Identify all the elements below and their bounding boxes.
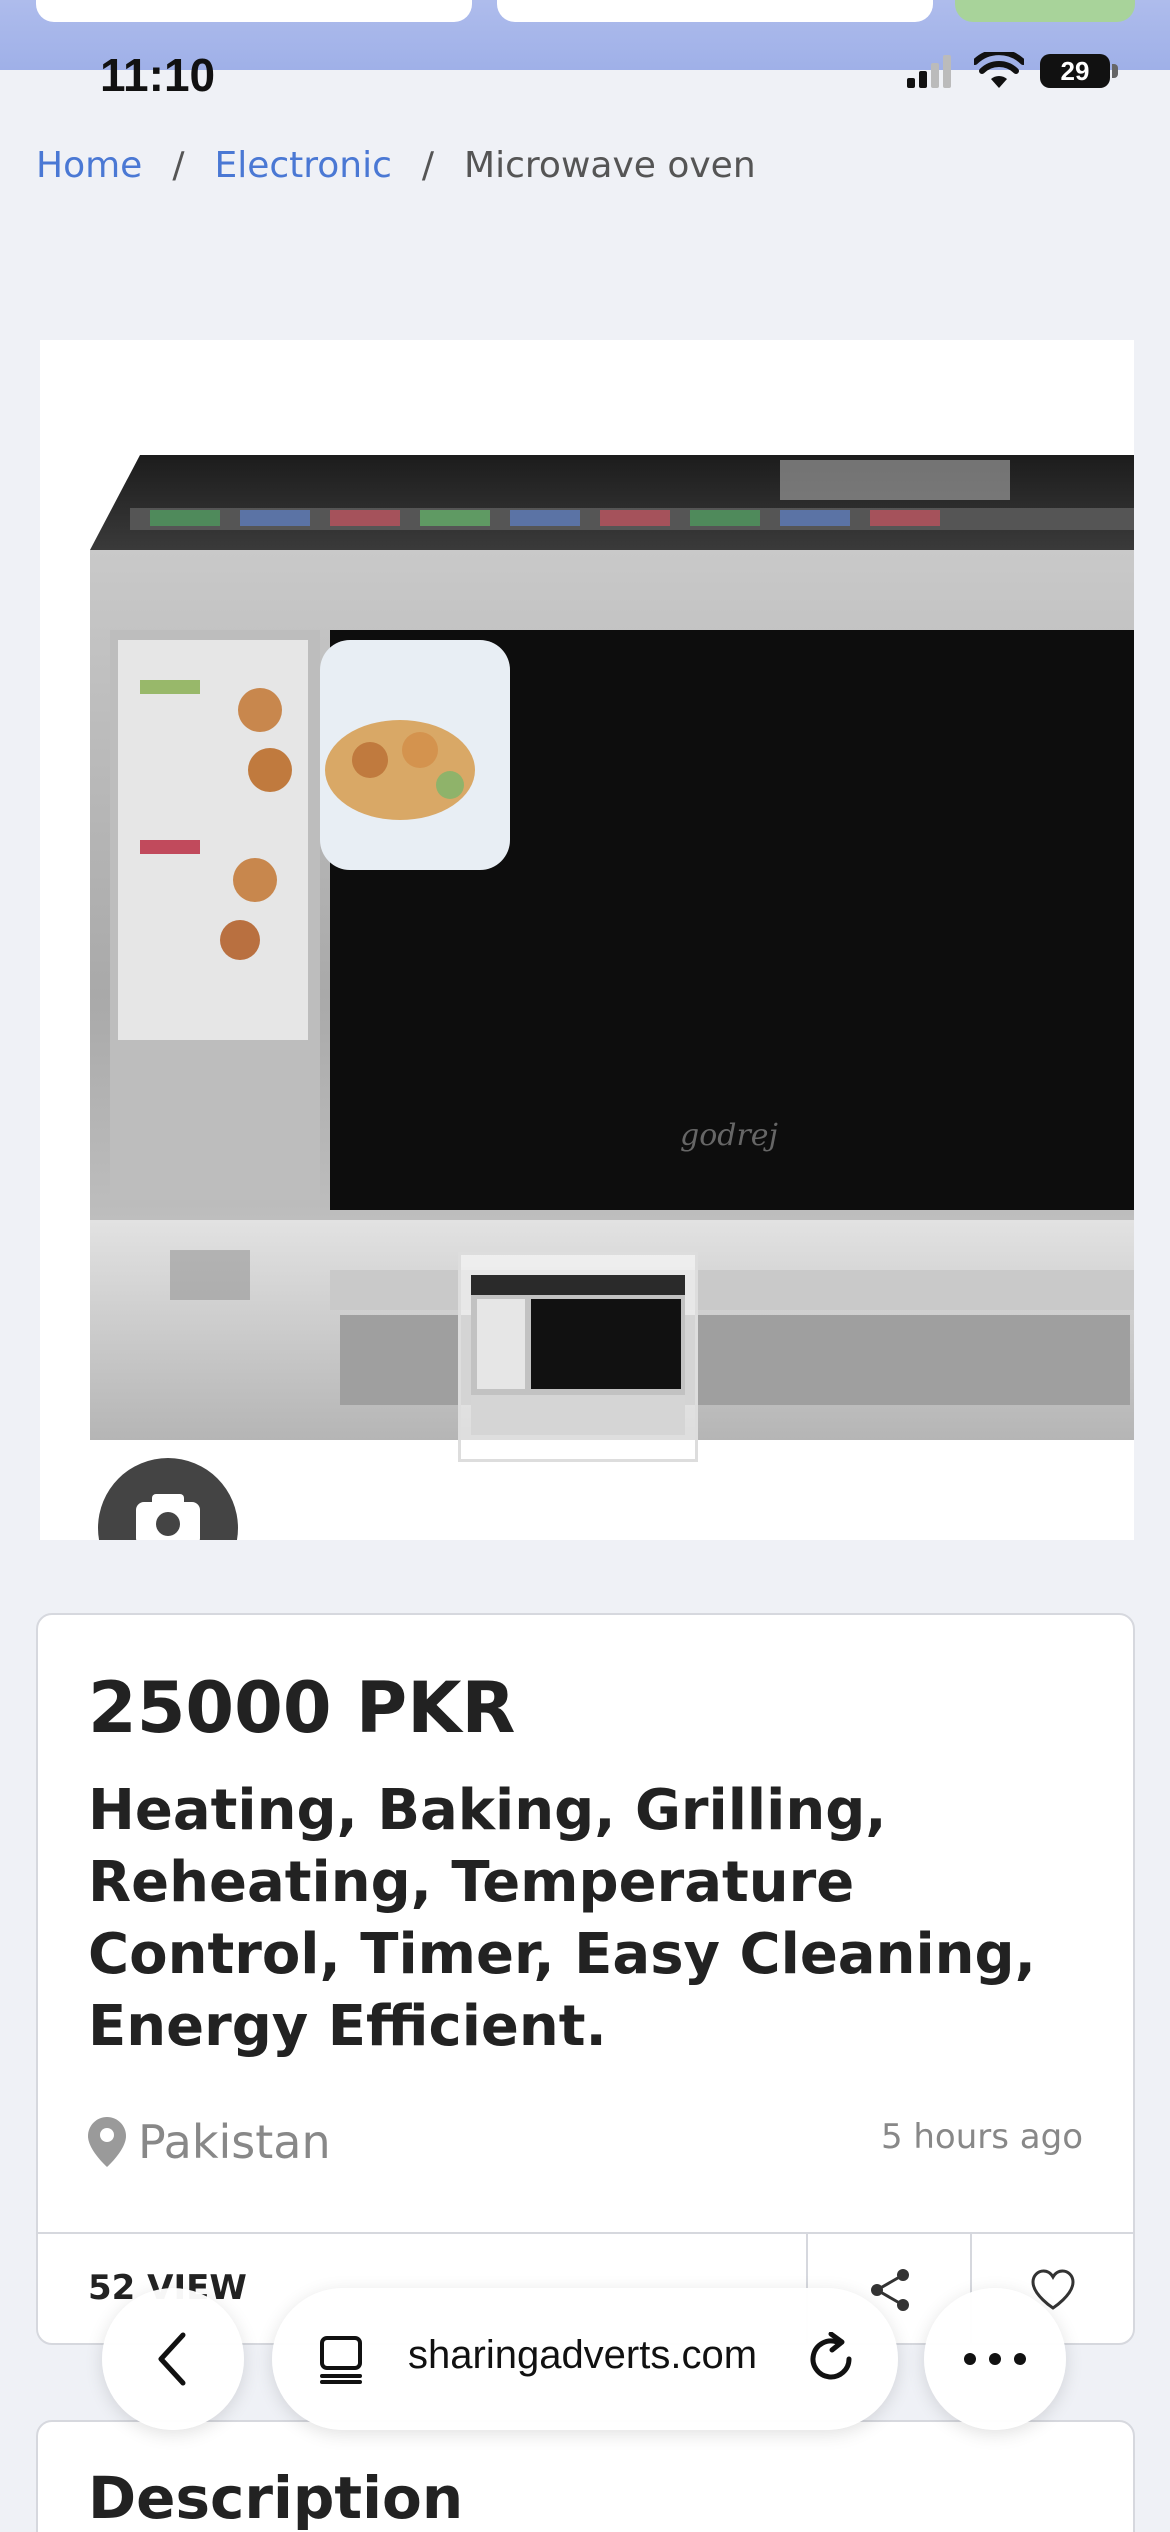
breadcrumb-separator: / — [421, 145, 435, 186]
tabs-icon — [320, 2336, 362, 2384]
listing-info-card: 25000 PKR Heating, Baking, Grilling, Reh… — [36, 1613, 1135, 2345]
listing-price: 25000 PKR — [88, 1667, 516, 1749]
breadcrumb-separator: / — [172, 145, 185, 186]
url-text: sharingadverts.com — [408, 2333, 758, 2377]
listing-title: Heating, Baking, Grilling, Reheating, Te… — [88, 1778, 1036, 2059]
breadcrumb-category-link[interactable]: Electronic — [214, 145, 391, 186]
status-bar: 11:10 29 — [0, 40, 1170, 110]
browser-toolbar: sharingadverts.com — [0, 2282, 1170, 2432]
status-time: 11:10 — [100, 49, 216, 101]
browser-tab[interactable] — [36, 0, 472, 22]
battery-icon: 29 — [1040, 54, 1110, 88]
reload-icon[interactable] — [804, 2332, 858, 2386]
camera-icon — [136, 1494, 200, 1540]
address-bar[interactable]: sharingadverts.com — [272, 2288, 898, 2430]
camera-button[interactable] — [98, 1458, 238, 1540]
location-text: Pakistan — [138, 2115, 331, 2169]
wifi-icon — [974, 52, 1024, 88]
image-thumbnail[interactable] — [458, 1252, 698, 1462]
chevron-left-icon — [158, 2332, 186, 2386]
svg-text:godrej: godrej — [680, 1118, 778, 1153]
more-button[interactable] — [924, 2288, 1066, 2430]
description-card: Description — [36, 2420, 1135, 2532]
battery-tip — [1112, 64, 1118, 78]
listing-location: Pakistan — [88, 2115, 331, 2169]
signal-icon — [907, 55, 951, 88]
browser-tab[interactable] — [955, 0, 1135, 22]
product-image[interactable]: godrej — [40, 340, 1134, 1540]
breadcrumb: Home / Electronic / Microwave oven — [36, 145, 756, 186]
map-pin-icon — [88, 2117, 126, 2167]
posted-time: 5 hours ago — [880, 2117, 1083, 2157]
more-icon — [964, 2353, 1026, 2365]
description-heading: Description — [88, 2464, 464, 2532]
breadcrumb-current: Microwave oven — [464, 145, 756, 186]
thumbnail-image — [471, 1275, 685, 1435]
back-button[interactable] — [102, 2288, 244, 2430]
browser-tab[interactable] — [497, 0, 933, 22]
breadcrumb-home-link[interactable]: Home — [36, 145, 142, 186]
